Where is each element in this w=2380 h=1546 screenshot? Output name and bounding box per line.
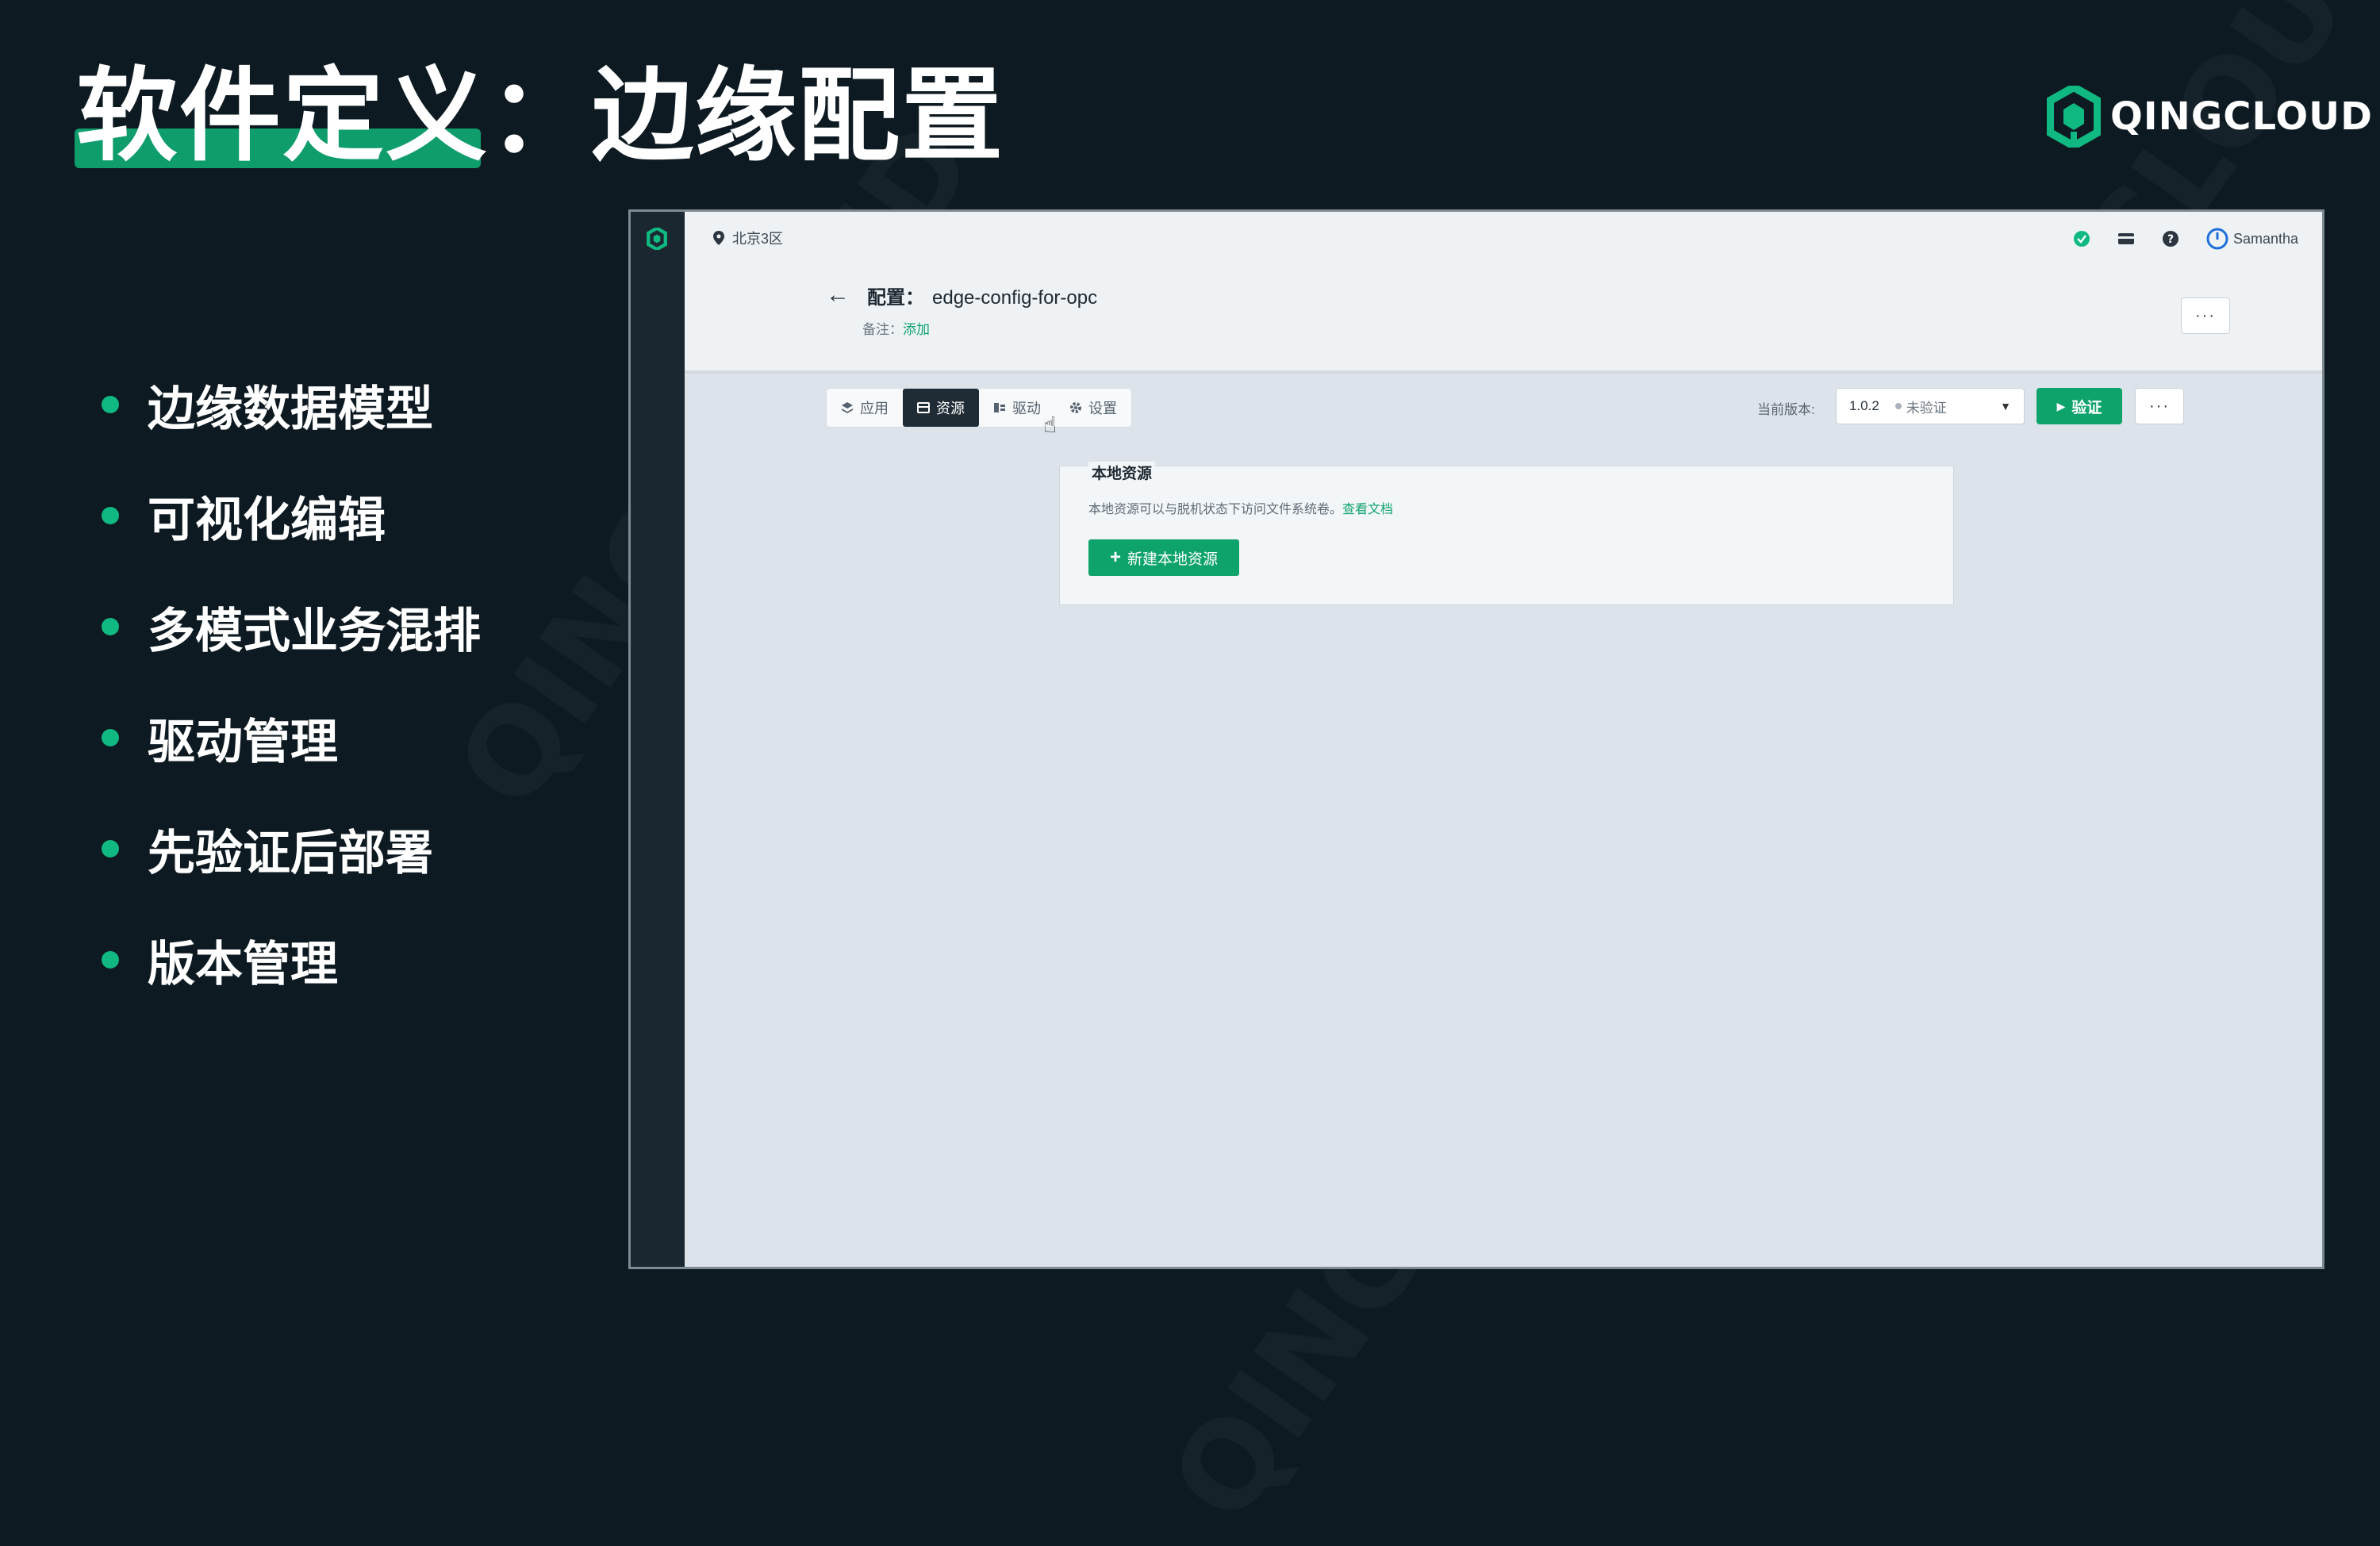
- card-description-text: 本地资源可以与脱机状态下访问文件系统卷。: [1088, 503, 1343, 516]
- top-bar: 北京3区 ? Samantha ← 配置： edge-config-for-op…: [685, 212, 2322, 374]
- play-icon: ▶: [2056, 399, 2066, 412]
- toolbar-more-button[interactable]: ···: [2135, 388, 2184, 424]
- view-docs-link[interactable]: 查看文档: [1342, 503, 1393, 516]
- bullet-dot-icon: [102, 729, 119, 746]
- bullet-item: 版本管理: [102, 904, 481, 1015]
- status-ok-icon[interactable]: [2073, 230, 2090, 247]
- bullet-text: 可视化编辑: [148, 492, 386, 548]
- verify-label: 验证: [2071, 399, 2102, 416]
- remark-row: 备注：添加: [862, 318, 930, 338]
- bullet-text: 边缘数据模型: [148, 381, 433, 437]
- user-name: Samantha: [2232, 230, 2298, 247]
- svg-text:?: ?: [2167, 233, 2174, 246]
- version-value: 1.0.2: [1849, 398, 1879, 413]
- tab-label: 资源: [936, 401, 965, 416]
- bullet-text: 版本管理: [148, 936, 338, 992]
- status-dot-icon: [1894, 403, 1902, 409]
- add-local-resource-button[interactable]: + 新建本地资源: [1088, 539, 1239, 576]
- bullet-item: 先验证后部署: [102, 793, 481, 904]
- tab-bar: 应用 资源 驱动 设置: [826, 388, 1132, 428]
- tab-resources[interactable]: 资源: [903, 389, 979, 427]
- brand-logo: QINGCLOUD: [2047, 86, 2373, 148]
- gear-icon: [1070, 402, 1081, 413]
- plus-icon: +: [1109, 547, 1121, 568]
- bullet-dot-icon: [102, 618, 119, 635]
- config-name: edge-config-for-opc: [932, 287, 1098, 309]
- bullet-dot-icon: [102, 840, 119, 857]
- driver-icon: [994, 403, 1005, 412]
- card-title: 本地资源: [1088, 462, 1156, 483]
- remark-label: 备注：: [862, 322, 903, 337]
- version-status: 未验证: [1894, 397, 1947, 416]
- add-button-label: 新建本地资源: [1127, 550, 1219, 568]
- version-status-text: 未验证: [1906, 400, 1947, 416]
- back-arrow-icon[interactable]: ←: [826, 283, 850, 307]
- layers-icon: [842, 402, 853, 413]
- storage-icon: [917, 402, 930, 413]
- bullet-text: 多模式业务混排: [148, 603, 481, 659]
- region-selector[interactable]: 北京3区: [713, 228, 783, 248]
- bullet-text: 先验证后部署: [148, 825, 433, 881]
- left-rail: [631, 212, 685, 1267]
- qingcloud-logo-icon: [2047, 86, 2101, 148]
- card-description: 本地资源可以与脱机状态下访问文件系统卷。查看文档: [1088, 498, 1393, 517]
- page-title-prefix: 配置：: [867, 287, 924, 309]
- user-menu[interactable]: Samantha: [2206, 228, 2298, 250]
- bullet-dot-icon: [102, 951, 119, 969]
- mouse-pointer-icon: ☝: [1043, 412, 1058, 437]
- bullet-text: 驱动管理: [148, 714, 338, 770]
- region-label: 北京3区: [732, 231, 784, 247]
- tab-label: 应用: [860, 401, 889, 416]
- bullet-item: 驱动管理: [102, 682, 481, 793]
- tab-settings[interactable]: 设置: [1055, 389, 1131, 427]
- app-screenshot: 北京3区 ? Samantha ← 配置： edge-config-for-op…: [628, 209, 2324, 1269]
- page-title: 配置： edge-config-for-opc: [867, 282, 1097, 309]
- local-resources-card: 本地资源 本地资源可以与脱机状态下访问文件系统卷。查看文档 + 新建本地资源: [1059, 462, 1954, 605]
- bullet-dot-icon: [102, 507, 119, 524]
- bullet-item: 可视化编辑: [102, 460, 481, 571]
- bullet-item: 边缘数据模型: [102, 349, 481, 460]
- chevron-down-icon: ▼: [2000, 400, 2011, 412]
- power-icon: [2206, 228, 2228, 250]
- bullet-list: 边缘数据模型 可视化编辑 多模式业务混排 驱动管理 先验证后部署 版本管理: [102, 349, 481, 1015]
- location-pin-icon: [713, 231, 724, 245]
- billing-card-icon[interactable]: [2117, 232, 2135, 246]
- header-more-button[interactable]: ···: [2181, 297, 2230, 334]
- tab-label: 驱动: [1012, 401, 1041, 416]
- verify-button[interactable]: ▶ 验证: [2036, 388, 2122, 424]
- bullet-item: 多模式业务混排: [102, 571, 481, 682]
- tab-label: 设置: [1088, 401, 1117, 416]
- help-icon[interactable]: ?: [2162, 230, 2179, 247]
- remark-add-link[interactable]: 添加: [903, 322, 930, 337]
- brand-name: QINGCLOUD: [2110, 94, 2373, 139]
- version-select[interactable]: 1.0.2 未验证 ▼: [1836, 388, 2025, 424]
- bullet-dot-icon: [102, 396, 119, 413]
- version-label: 当前版本:: [1757, 402, 1815, 417]
- header-actions: ? Samantha: [2046, 228, 2298, 250]
- app-logo-icon[interactable]: [647, 228, 667, 250]
- slide-title: 软件定义：边缘配置: [76, 57, 1005, 175]
- tab-apps[interactable]: 应用: [827, 389, 903, 427]
